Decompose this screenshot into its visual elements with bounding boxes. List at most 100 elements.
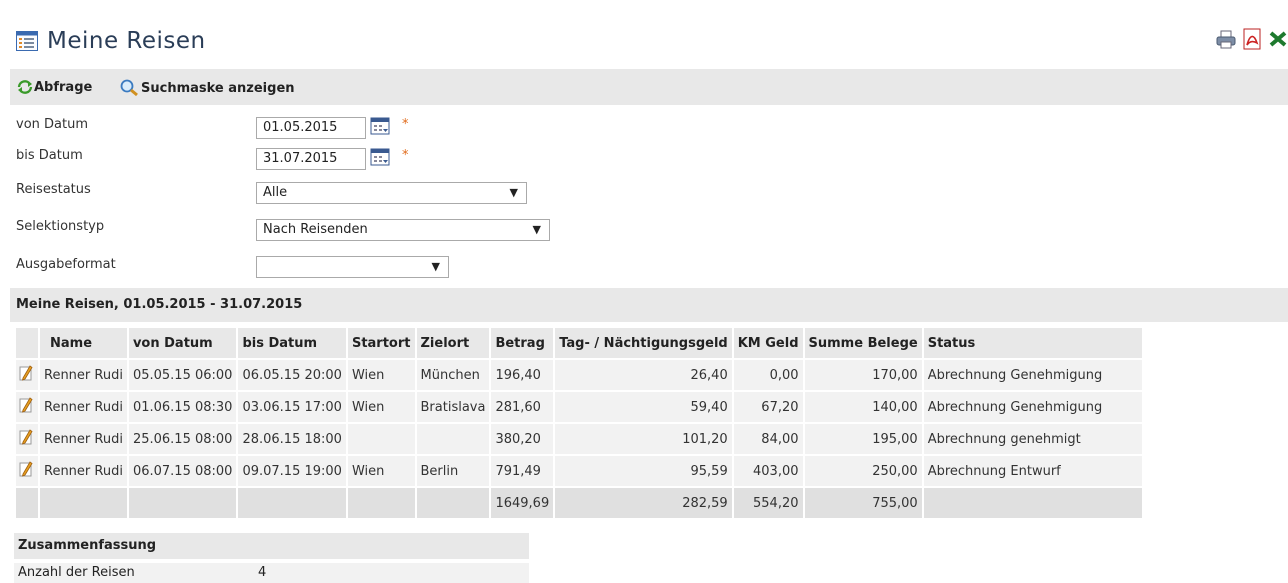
empty-cell xyxy=(923,488,1142,518)
selection-type-select[interactable]: Nach Reisenden ▼ xyxy=(256,219,550,241)
status-select[interactable]: Alle ▼ xyxy=(256,182,527,204)
table-row: Renner Rudi 25.06.15 08:00 28.06.15 18:00 3… xyxy=(16,424,1142,454)
edit-cell xyxy=(16,424,38,454)
calendar-icon[interactable] xyxy=(370,116,390,136)
from-date-label: von Datum xyxy=(16,117,88,132)
output-format-label: Ausgabeformat xyxy=(16,257,116,272)
query-label: Abfrage xyxy=(34,79,93,95)
empty-cell xyxy=(416,488,490,518)
column-header: Betrag xyxy=(491,328,554,358)
to-date-input[interactable]: 31.07.2015 xyxy=(256,148,366,170)
refresh-icon xyxy=(17,80,33,94)
table-cell: Bratislava xyxy=(416,392,490,422)
page-header: Meine Reisen xyxy=(16,24,206,58)
from-date-input[interactable]: 01.05.2015 xyxy=(256,117,366,139)
column-header: bis Datum xyxy=(238,328,346,358)
calendar-icon[interactable] xyxy=(370,147,390,167)
table-cell: 28.06.15 18:00 xyxy=(238,424,346,454)
table-cell: 791,49 xyxy=(491,456,554,486)
column-header: Startort xyxy=(347,328,415,358)
table-cell: Wien xyxy=(347,456,415,486)
results-title: Meine Reisen, 01.05.2015 - 31.07.2015 xyxy=(10,288,1288,322)
column-header: von Datum xyxy=(128,328,237,358)
status-select-value: Alle xyxy=(263,185,288,200)
table-cell: 03.06.15 17:00 xyxy=(238,392,346,422)
required-marker: * xyxy=(402,148,409,163)
table-cell: 281,60 xyxy=(491,392,554,422)
table-cell: Renner Rudi xyxy=(40,392,127,422)
empty-cell xyxy=(40,488,127,518)
table-cell: Abrechnung Genehmigung xyxy=(923,392,1142,422)
table-cell: 250,00 xyxy=(804,456,922,486)
column-header: Status xyxy=(923,328,1142,358)
edit-cell xyxy=(16,392,38,422)
table-cell: Renner Rudi xyxy=(40,424,127,454)
table-cell xyxy=(416,424,490,454)
table-cell: 67,20 xyxy=(733,392,803,422)
calendar-list-icon xyxy=(16,31,38,51)
table-cell: 01.06.15 08:30 xyxy=(128,392,237,422)
results-table: Name von Datum bis Datum Startort Zielor… xyxy=(14,326,1144,520)
edit-cell xyxy=(16,456,38,486)
empty-cell xyxy=(128,488,237,518)
excel-icon[interactable] xyxy=(1268,28,1288,50)
pencil-icon[interactable] xyxy=(18,364,34,382)
total-cell: 282,59 xyxy=(555,488,732,518)
total-cell: 755,00 xyxy=(804,488,922,518)
summary-row: Anzahl der Reisen 4 xyxy=(14,563,529,583)
trips-count-value: 4 xyxy=(258,565,267,580)
table-cell: 06.05.15 20:00 xyxy=(238,360,346,390)
selection-type-select-value: Nach Reisenden xyxy=(263,222,368,237)
table-cell: 84,00 xyxy=(733,424,803,454)
edit-cell xyxy=(16,360,38,390)
total-cell: 554,20 xyxy=(733,488,803,518)
table-cell: Wien xyxy=(347,392,415,422)
total-cell: 1649,69 xyxy=(491,488,554,518)
table-cell: Abrechnung Entwurf xyxy=(923,456,1142,486)
table-cell: 380,20 xyxy=(491,424,554,454)
edit-column-header xyxy=(16,328,38,358)
table-row: Renner Rudi 06.07.15 08:00 09.07.15 19:00 W… xyxy=(16,456,1142,486)
pencil-icon[interactable] xyxy=(18,460,34,478)
query-button[interactable]: Abfrage xyxy=(16,79,92,95)
column-header: Summe Belege xyxy=(804,328,922,358)
column-header: KM Geld xyxy=(733,328,803,358)
pencil-icon[interactable] xyxy=(18,396,34,414)
table-cell: Renner Rudi xyxy=(40,456,127,486)
empty-cell xyxy=(347,488,415,518)
table-cell: 195,00 xyxy=(804,424,922,454)
pencil-icon[interactable] xyxy=(18,428,34,446)
table-cell: 26,40 xyxy=(555,360,732,390)
printer-icon[interactable] xyxy=(1216,28,1236,50)
required-marker: * xyxy=(402,117,409,132)
table-cell: 59,40 xyxy=(555,392,732,422)
show-search-mask-button[interactable]: Suchmaske anzeigen xyxy=(119,79,295,97)
summary-title: Zusammenfassung xyxy=(14,533,529,559)
column-header: Tag- / Nächtigungsgeld xyxy=(555,328,732,358)
table-cell: 09.07.15 19:00 xyxy=(238,456,346,486)
empty-cell xyxy=(238,488,346,518)
dropdown-arrow-icon: ▼ xyxy=(431,260,440,273)
trips-count-label: Anzahl der Reisen xyxy=(18,565,135,580)
table-cell: 25.06.15 08:00 xyxy=(128,424,237,454)
table-header-row: Name von Datum bis Datum Startort Zielor… xyxy=(16,328,1142,358)
magnifier-icon xyxy=(120,79,138,97)
table-cell: 0,00 xyxy=(733,360,803,390)
column-header: Zielort xyxy=(416,328,490,358)
table-cell: 140,00 xyxy=(804,392,922,422)
table-cell: 101,20 xyxy=(555,424,732,454)
pdf-icon[interactable] xyxy=(1242,28,1262,50)
table-cell: 06.07.15 08:00 xyxy=(128,456,237,486)
table-cell: 403,00 xyxy=(733,456,803,486)
search-mask-label: Suchmaske anzeigen xyxy=(141,80,295,96)
output-format-select[interactable]: ▼ xyxy=(256,256,449,278)
table-cell: München xyxy=(416,360,490,390)
empty-cell xyxy=(16,488,38,518)
selection-type-label: Selektionstyp xyxy=(16,219,105,234)
table-cell: Wien xyxy=(347,360,415,390)
status-label: Reisestatus xyxy=(16,182,91,197)
query-toolbar: Abfrage Suchmaske anzeigen xyxy=(10,69,1288,105)
totals-row: 1649,69 282,59 554,20 755,00 xyxy=(16,488,1142,518)
export-icons xyxy=(1216,28,1288,50)
dropdown-arrow-icon: ▼ xyxy=(532,223,541,236)
